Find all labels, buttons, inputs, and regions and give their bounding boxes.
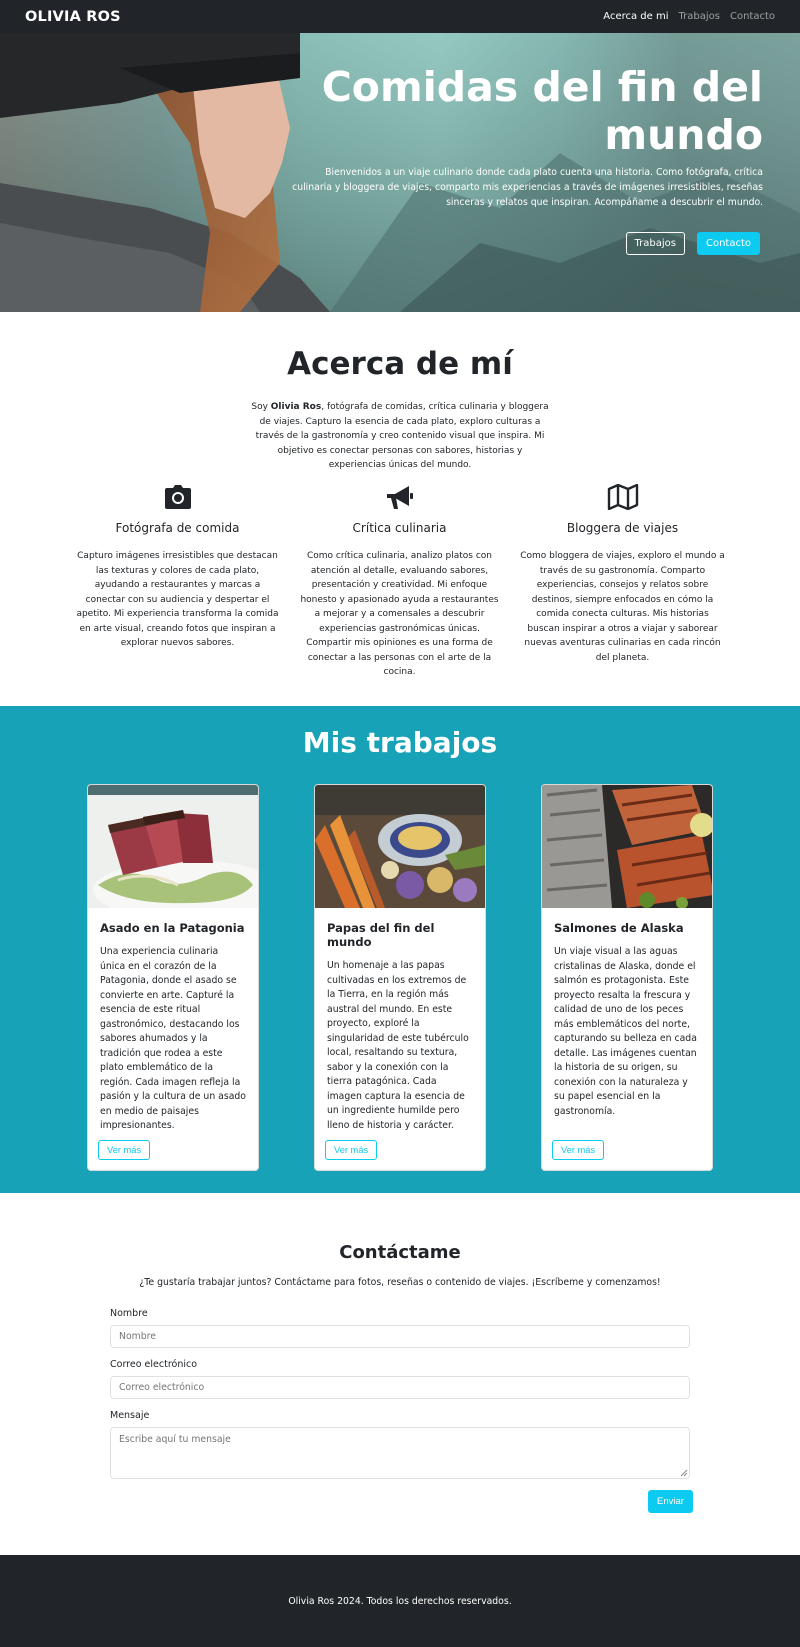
feature-text: Como bloggera de viajes, exploro el mund… [520,551,725,663]
work-card-papas: Papas del fin del mundo Un homenaje a la… [314,784,486,1171]
hero-subtitle: Bienvenidos a un viaje culinario donde c… [292,167,763,208]
feature-title: Bloggera de viajes [566,521,679,535]
work-card-salmones: Salmones de Alaska Un viaje visual a las… [541,784,713,1171]
card-text: Un homenaje a las papas cultivadas en lo… [327,960,469,1131]
megaphone-icon [297,484,502,512]
nav-links: Acerca de mi Trabajos Contacto [603,11,775,22]
card-body: Asado en la Patagonia Una experiencia cu… [88,908,258,1146]
card-image-asado [88,785,258,908]
about-section: Acerca de mí Soy Olivia Ros, fotógrafa d… [0,312,800,706]
hero-text: Comidas del fin del mundo Bienvenidos a … [283,63,763,210]
feature-text: Capturo imágenes irresistibles que desta… [76,551,279,648]
card-text: Un viaje visual a las aguas cristalinas … [554,946,697,1117]
card-image-salmones [542,785,712,908]
card-title: Asado en la Patagonia [100,921,245,935]
feature-critic: Crítica culinaria Como crítica culinaria… [297,484,502,680]
contact-title: Contáctame [339,1242,461,1263]
footer-text: Olivia Ros 2024. Todos los derechos rese… [288,1595,512,1607]
nav-link-works[interactable]: Trabajos [679,11,720,22]
feature-title: Crítica culinaria [352,521,447,535]
works-section: Mis trabajos Asado en la Patagonia Una e… [0,706,800,1193]
contact-section: Contáctame ¿Te gustaría trabajar juntos?… [0,1193,800,1555]
hero-title: Comidas del fin del mundo [321,63,763,159]
navbar: OLIVIA ROS Acerca de mi Trabajos Contact… [0,0,800,33]
about-intro-rest: , fotógrafa de comidas, crítica culinari… [255,402,549,470]
footer: Olivia Ros 2024. Todos los derechos rese… [0,1555,800,1647]
feature-travel-blogger: Bloggera de viajes Como bloggera de viaj… [520,484,725,665]
map-icon [520,484,725,512]
name-input[interactable] [110,1325,690,1348]
card-image-papas [315,785,485,908]
about-intro-prefix: Soy [251,402,271,412]
contact-intro: ¿Te gustaría trabajar juntos? Contáctame… [139,1277,661,1288]
message-label: Mensaje [110,1410,150,1421]
see-more-button[interactable]: Ver más [98,1140,151,1160]
hero-works-button[interactable]: Trabajos [625,232,685,255]
work-card-asado: Asado en la Patagonia Una experiencia cu… [87,784,259,1171]
email-input[interactable] [110,1376,690,1399]
about-intro: Soy Olivia Ros, fotógrafa de comidas, cr… [250,400,550,473]
works-title: Mis trabajos [302,726,498,759]
name-label: Nombre [110,1308,148,1319]
message-textarea[interactable] [110,1427,690,1479]
card-body: Papas del fin del mundo Un homenaje a la… [315,908,485,1145]
about-intro-name: Olivia Ros [270,402,322,412]
hero-contact-button[interactable]: Contacto [696,232,760,255]
nav-link-contact[interactable]: Contacto [730,11,775,22]
feature-photographer: Fotógrafa de comida Capturo imágenes irr… [75,484,280,651]
card-title: Papas del fin del mundo [327,921,435,949]
about-title: Acerca de mí [287,346,513,382]
card-title: Salmones de Alaska [554,921,684,935]
feature-title: Fotógrafa de comida [115,521,240,535]
see-more-button[interactable]: Ver más [325,1140,378,1160]
feature-text: Como crítica culinaria, analizo platos c… [300,551,499,677]
see-more-button[interactable]: Ver más [552,1140,605,1160]
brand-logo[interactable]: OLIVIA ROS [25,9,121,25]
hero-buttons: Trabajos Contacto [625,232,760,255]
card-text: Una experiencia culinaria única en el co… [100,946,246,1131]
email-label: Correo electrónico [110,1359,198,1370]
nav-link-about[interactable]: Acerca de mi [603,11,668,22]
resize-grip-icon[interactable] [680,1469,688,1477]
send-button[interactable]: Enviar [648,1490,693,1513]
camera-icon [75,484,280,512]
hero-section: Comidas del fin del mundo Bienvenidos a … [0,33,800,312]
card-body: Salmones de Alaska Un viaje visual a las… [542,908,712,1131]
